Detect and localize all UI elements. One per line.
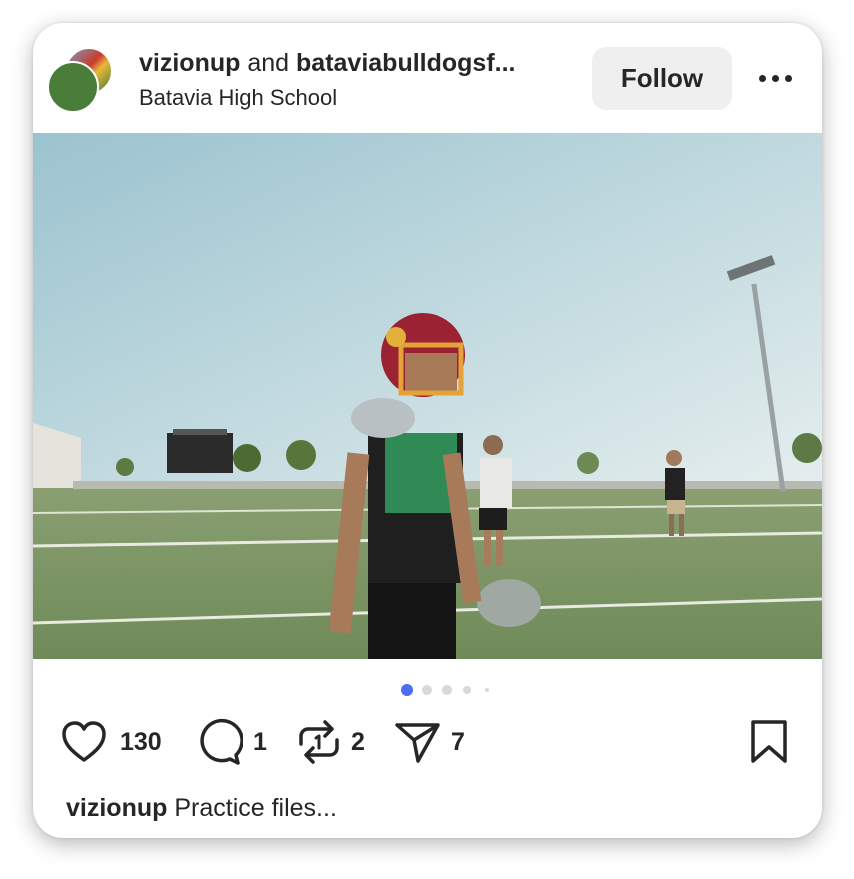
heart-icon[interactable]	[60, 718, 108, 771]
send-icon[interactable]	[394, 718, 442, 771]
carousel-dot	[485, 688, 489, 692]
carousel-indicator	[33, 683, 822, 697]
caption-username[interactable]: vizionup	[66, 794, 167, 822]
football-practice-image	[33, 133, 822, 659]
post-header: vizionup and bataviabulldogsf... Batavia…	[33, 23, 822, 133]
repost-icon[interactable]	[295, 718, 343, 771]
reposts-count[interactable]: 2	[351, 728, 365, 757]
carousel-dot-active	[401, 684, 413, 696]
author-name-2[interactable]: bataviabulldogsf...	[296, 49, 515, 77]
more-options-icon[interactable]	[759, 73, 793, 85]
follow-button[interactable]: Follow	[592, 47, 732, 110]
post-actions: 130 1 2 7	[33, 718, 822, 770]
post-photo[interactable]	[33, 133, 822, 659]
comments-count[interactable]: 1	[253, 728, 267, 757]
caption-text[interactable]: Practice files...	[174, 794, 337, 822]
carousel-dot	[422, 685, 432, 695]
post-card: vizionup and bataviabulldogsf... Batavia…	[33, 23, 822, 838]
bookmark-icon[interactable]	[747, 718, 791, 771]
post-location[interactable]: Batavia High School	[139, 85, 337, 111]
author-name-1[interactable]: vizionup	[139, 49, 240, 77]
post-authors: vizionup and bataviabulldogsf...	[139, 49, 579, 78]
collab-avatars[interactable]	[47, 45, 113, 113]
comment-icon[interactable]	[195, 718, 244, 771]
carousel-dot	[463, 686, 471, 694]
shares-count[interactable]: 7	[451, 728, 465, 757]
carousel-dot	[442, 685, 452, 695]
author-connector: and	[247, 49, 290, 77]
likes-count[interactable]: 130	[120, 728, 162, 757]
avatar-primary[interactable]	[47, 61, 99, 113]
post-caption: vizionup Practice files...	[66, 794, 337, 823]
